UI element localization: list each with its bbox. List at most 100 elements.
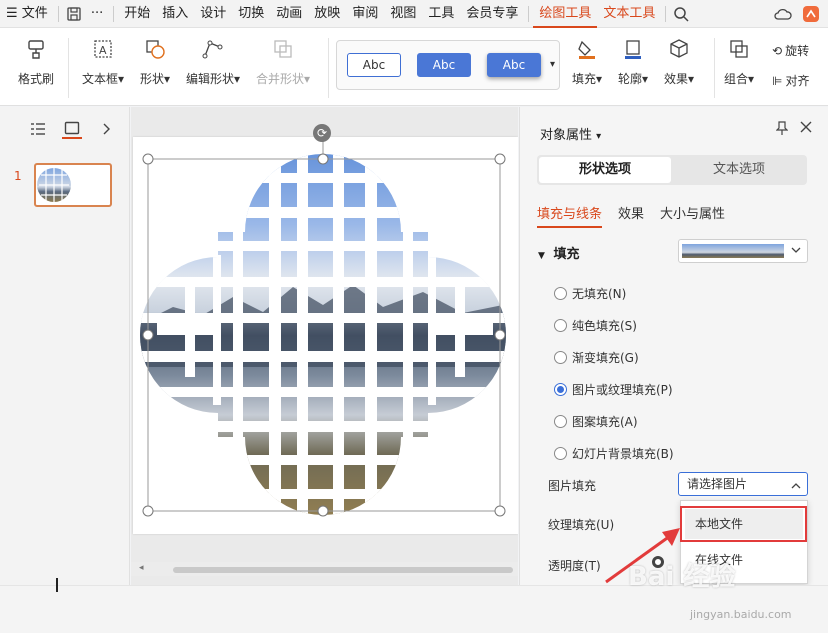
scroll-left-icon[interactable]: ◂ <box>139 563 144 573</box>
textbox-icon: A <box>90 36 116 62</box>
menu-design[interactable]: 设计 <box>194 0 232 28</box>
chevron-down-icon: ▾ <box>164 72 171 86</box>
radio-picture-texture-fill[interactable]: 图片或纹理填充(P) <box>554 381 673 398</box>
outline-view-icon[interactable] <box>28 119 48 139</box>
thumbnail-view-tabs <box>28 119 116 139</box>
merge-shape-icon <box>270 36 296 62</box>
fill-button[interactable]: 填充▾ <box>572 36 602 87</box>
menu-separator <box>665 5 667 22</box>
outline-label: 轮廓 <box>618 72 643 86</box>
menu-review[interactable]: 审阅 <box>346 0 384 28</box>
merge-shape-button[interactable]: 合并形状▾ <box>256 36 310 87</box>
slide-number: 1 <box>14 169 22 183</box>
menu-file[interactable]: ☰ 文件 <box>0 0 54 28</box>
subtab-effect[interactable]: 效果 <box>618 203 644 228</box>
subtab-fill-line[interactable]: 填充与线条 <box>537 203 603 228</box>
menu-separator <box>113 5 115 22</box>
scrollbar-thumb[interactable] <box>173 567 513 573</box>
gallery-expand-icon[interactable]: ▾ <box>550 59 555 70</box>
edit-shape-label: 编辑形状 <box>186 72 235 86</box>
menu-member[interactable]: 会员专享 <box>460 0 524 28</box>
menu-view[interactable]: 视图 <box>384 0 422 28</box>
edit-shape-button[interactable]: 编辑形状▾ <box>186 36 240 87</box>
picture-source-select[interactable]: 请选择图片 <box>678 472 808 496</box>
effect-label: 效果 <box>664 72 689 86</box>
account-icon[interactable] <box>800 0 822 28</box>
radio-solid-fill[interactable]: 纯色填充(S) <box>554 317 637 334</box>
edit-points-icon <box>200 36 226 62</box>
merge-shape-label: 合并形状 <box>256 72 305 86</box>
menu-bar: ☰ 文件 ··· 开始 插入 设计 切换 动画 放映 审阅 视图 工具 会员专享… <box>0 0 828 28</box>
radio-pattern-fill[interactable]: 图案填充(A) <box>554 413 638 430</box>
rotate-button[interactable]: ⟲ 旋转 <box>772 42 809 59</box>
rotate-handle-icon[interactable]: ⟳ <box>313 124 331 142</box>
panel-title[interactable]: 对象属性 ▾ <box>540 124 601 143</box>
horizontal-scrollbar[interactable]: ◂ <box>131 562 518 576</box>
slide[interactable] <box>133 137 518 534</box>
fill-preview-swatch <box>682 244 784 258</box>
menu-insert[interactable]: 插入 <box>156 0 194 28</box>
style-sample-filled[interactable]: Abc <box>417 53 471 77</box>
fill-section-header[interactable]: ▼ 填充 <box>538 243 579 262</box>
tab-text-options[interactable]: 文本选项 <box>673 157 805 183</box>
effect-button[interactable]: 效果▾ <box>664 36 694 87</box>
chevron-down-icon: ▾ <box>748 72 755 86</box>
textbox-button[interactable]: A 文本框▾ <box>82 36 124 87</box>
group-label: 组合 <box>724 72 749 86</box>
group-icon <box>726 36 752 62</box>
slide-thumbnail[interactable] <box>34 163 112 207</box>
menu-separator <box>57 5 59 22</box>
outline-button[interactable]: 轮廓▾ <box>618 36 648 87</box>
menu-slideshow[interactable]: 放映 <box>308 0 346 28</box>
chevron-right-icon[interactable] <box>96 119 116 139</box>
format-painter-button[interactable]: 格式刷 <box>18 36 54 87</box>
shape-label: 形状 <box>140 72 165 86</box>
pin-icon[interactable] <box>775 121 789 138</box>
menu-transition[interactable]: 切换 <box>232 0 270 28</box>
tab-text-tools[interactable]: 文本工具 <box>597 0 661 28</box>
more-icon[interactable]: ··· <box>85 0 109 28</box>
textbox-label: 文本框 <box>82 72 119 86</box>
brush-icon <box>23 36 49 62</box>
property-subtabs: 填充与线条 效果 大小与属性 <box>537 203 725 228</box>
lattice-shape[interactable] <box>133 137 518 534</box>
ribbon-separator <box>68 38 69 98</box>
svg-text:A: A <box>99 44 107 57</box>
chevron-down-icon: ▾ <box>596 131 602 142</box>
cube-icon <box>666 36 692 62</box>
chevron-down-icon: ▾ <box>596 72 603 86</box>
menu-animation[interactable]: 动画 <box>270 0 308 28</box>
chevron-up-icon <box>791 476 801 498</box>
menu-separator <box>528 5 530 22</box>
menu-tools[interactable]: 工具 <box>422 0 460 28</box>
picture-fill-label: 图片填充 <box>548 479 597 493</box>
save-icon[interactable] <box>63 0 85 28</box>
chevron-down-icon: ▾ <box>642 72 649 86</box>
fill-preview-select[interactable] <box>678 239 808 263</box>
tab-drawing-tools[interactable]: 绘图工具 <box>533 0 598 28</box>
app-window: ☰ 文件 ··· 开始 插入 设计 切换 动画 放映 审阅 视图 工具 会员专享… <box>0 0 828 633</box>
triangle-down-icon: ▼ <box>538 251 545 261</box>
chevron-down-icon: ▾ <box>118 72 125 86</box>
search-icon[interactable] <box>670 0 692 28</box>
subtab-size-properties[interactable]: 大小与属性 <box>660 203 725 228</box>
tab-shape-options[interactable]: 形状选项 <box>539 157 671 183</box>
group-button[interactable]: 组合▾ <box>724 36 754 87</box>
slide-view-icon[interactable] <box>62 119 82 139</box>
chevron-down-icon: ▾ <box>304 72 311 86</box>
shape-button[interactable]: 形状▾ <box>140 36 170 87</box>
options-segmented-control: 形状选项 文本选项 <box>537 155 807 185</box>
hamburger-icon: ☰ <box>6 5 18 21</box>
style-sample-outline[interactable]: Abc <box>347 53 401 77</box>
outline-icon <box>620 36 646 62</box>
radio-no-fill[interactable]: 无填充(N) <box>554 285 626 302</box>
cloud-icon[interactable] <box>772 0 794 28</box>
menu-home[interactable]: 开始 <box>118 0 156 28</box>
radio-slide-background-fill[interactable]: 幻灯片背景填充(B) <box>554 445 674 462</box>
shape-style-gallery: Abc Abc Abc ▾ <box>336 40 560 90</box>
close-icon[interactable] <box>800 121 812 138</box>
align-button[interactable]: ⊫ 对齐 <box>772 72 809 89</box>
radio-gradient-fill[interactable]: 渐变填充(G) <box>554 349 639 366</box>
style-sample-shadow[interactable]: Abc <box>487 53 541 77</box>
panel-header-icons <box>775 121 812 138</box>
